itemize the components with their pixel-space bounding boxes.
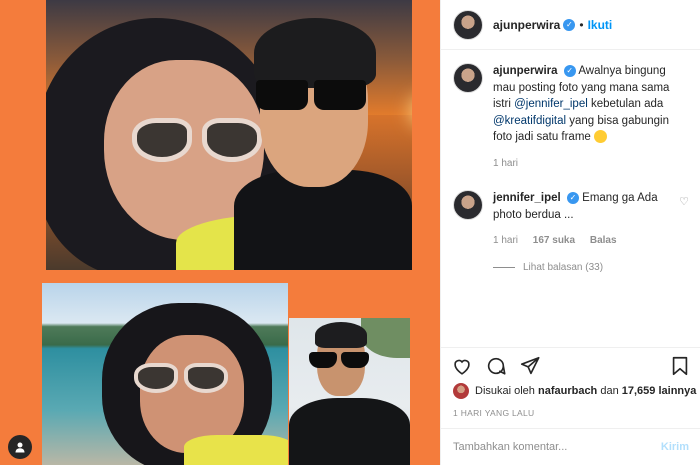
caption-username[interactable]: ajunperwira: [493, 65, 558, 77]
comment-avatar[interactable]: [453, 190, 483, 220]
comment-input[interactable]: [453, 441, 661, 453]
comment-icon[interactable]: [485, 355, 507, 377]
caption-avatar[interactable]: [453, 63, 483, 93]
caption: ajunperwira ✓ Awalnya bingung mau postin…: [453, 63, 689, 172]
comment-item: jennifer_ipel ✓ Emang ga Ada photo berdu…: [453, 190, 689, 250]
mention-kreatifdigital[interactable]: @kreatifdigital: [493, 115, 566, 127]
collage-panel-woman: [42, 283, 288, 465]
liker-username[interactable]: nafaurbach: [538, 385, 597, 397]
comment-username[interactable]: jennifer_ipel: [493, 192, 561, 204]
comment-like-heart-icon[interactable]: ♡: [679, 194, 689, 250]
separator-dot: •: [579, 17, 584, 32]
comment-likes[interactable]: 167 suka: [533, 235, 575, 246]
collage-panel-couple: [46, 0, 412, 270]
post-header: ajunperwira ✓ • Ikuti: [441, 0, 700, 50]
post-date[interactable]: 1 HARI YANG LALU: [453, 408, 535, 418]
verified-badge-icon: ✓: [566, 191, 579, 204]
author-avatar[interactable]: [453, 9, 483, 40]
author-username[interactable]: ajunperwira: [493, 18, 560, 32]
verified-badge-icon: ✓: [563, 64, 576, 77]
heart-icon[interactable]: [451, 355, 473, 377]
add-comment-bar: Kirim: [441, 428, 700, 465]
post-comment-button[interactable]: Kirim: [661, 441, 689, 453]
collage-panel-man: [289, 318, 410, 465]
caption-time[interactable]: 1 hari: [493, 158, 518, 169]
post-photo[interactable]: [0, 0, 440, 465]
view-replies-label: Lihat balasan (33): [523, 261, 604, 273]
liker-avatar[interactable]: [453, 383, 469, 399]
follow-button[interactable]: Ikuti: [588, 18, 613, 32]
user-tag-icon[interactable]: [8, 435, 32, 459]
bookmark-icon[interactable]: [669, 355, 691, 377]
likes-conj: dan: [600, 385, 619, 397]
share-icon[interactable]: [519, 355, 541, 377]
post-sidebar: ajunperwira ✓ • Ikuti ajunperwira ✓ Awal…: [440, 0, 700, 465]
comment-time[interactable]: 1 hari: [493, 235, 518, 246]
likes-count[interactable]: 17,659 lainnya: [622, 385, 697, 397]
mention-jennifer-ipel[interactable]: @jennifer_ipel: [514, 98, 588, 110]
view-replies-button[interactable]: Lihat balasan (33): [493, 262, 689, 273]
caption-text-2: kebetulan ada: [591, 98, 664, 110]
replies-divider: [493, 266, 515, 268]
action-bar: [441, 347, 700, 383]
grinning-emoji-icon: [594, 130, 608, 144]
likes-prefix: Disukai oleh: [475, 385, 535, 397]
reply-button[interactable]: Balas: [590, 235, 617, 246]
verified-badge-icon: ✓: [563, 18, 576, 31]
likes-summary: Disukai oleh nafaurbach dan 17,659 lainn…: [453, 383, 696, 399]
comments-list[interactable]: ajunperwira ✓ Awalnya bingung mau postin…: [441, 51, 700, 346]
